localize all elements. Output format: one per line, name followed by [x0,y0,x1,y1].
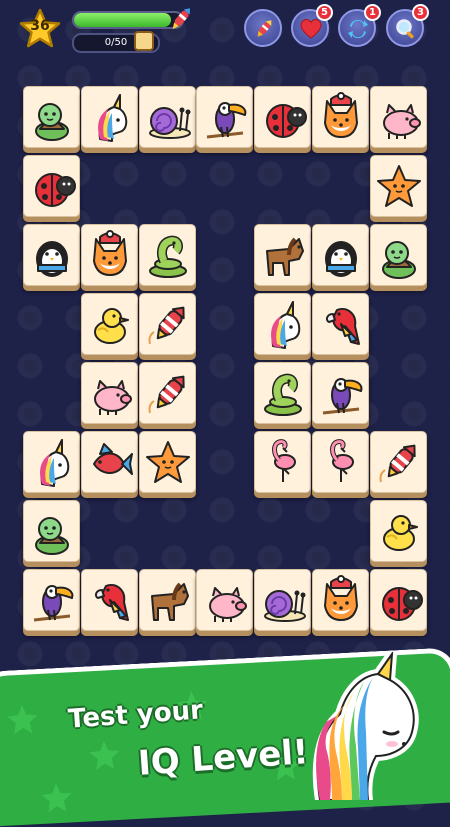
tile-fox[interactable] [312,86,369,148]
tile-snake[interactable] [139,224,196,286]
snake-icon [264,373,302,416]
horse-icon [151,582,189,621]
toucan-icon [322,378,363,415]
tile-toucan[interactable] [196,86,253,148]
tile-snail[interactable] [139,86,196,148]
tile-unicorn[interactable] [81,86,138,148]
tile-ladybug[interactable] [23,155,80,217]
tile-turtle[interactable] [370,224,427,286]
rocket-icon [148,306,185,345]
chick-icon [383,515,418,551]
tile-rocket[interactable] [370,431,427,493]
tile-chick[interactable] [370,500,427,562]
tile-turtle[interactable] [23,86,80,148]
tile-chick[interactable] [81,293,138,355]
tile-rocket[interactable] [139,293,196,355]
snail-icon [264,590,306,622]
tile-pig[interactable] [370,86,427,148]
horse-icon [266,237,304,276]
tile-board [0,0,450,640]
tile-horse[interactable] [139,569,196,631]
rocket-icon [379,444,416,483]
tile-ladybug[interactable] [370,569,427,631]
turtle-icon [382,241,416,279]
tile-penguin[interactable] [23,224,80,286]
unicorn-icon [271,301,301,349]
tile-parrot[interactable] [312,293,369,355]
tile-fox[interactable] [81,224,138,286]
pig-icon [383,104,421,139]
flamingo-icon [330,439,354,482]
tile-snake[interactable] [254,362,311,424]
flamingo-icon [272,439,296,482]
chick-icon [94,308,129,344]
tile-snail[interactable] [254,569,311,631]
snake-icon [149,235,187,278]
tile-pig[interactable] [196,569,253,631]
unicorn-mascot-icon [280,649,440,805]
unicorn-icon [40,439,70,487]
tile-pig[interactable] [81,362,138,424]
tile-ladybug[interactable] [254,86,311,148]
toucan-icon [33,585,74,622]
starfish-icon [146,441,190,483]
tile-flamingo[interactable] [254,431,311,493]
tile-flamingo[interactable] [312,431,369,493]
parrot-icon [94,584,129,621]
rocket-icon [148,375,185,414]
pig-icon [209,587,247,622]
tile-fish[interactable] [81,431,138,493]
tile-parrot[interactable] [81,569,138,631]
tile-starfish[interactable] [139,431,196,493]
tile-starfish[interactable] [370,155,427,217]
ladybug-icon [382,587,423,621]
tile-toucan[interactable] [312,362,369,424]
penguin-icon [36,241,68,277]
fox-icon [324,92,358,138]
tile-unicorn[interactable] [23,431,80,493]
fish-icon [93,443,133,475]
starfish-icon [377,165,421,207]
tile-fox[interactable] [312,569,369,631]
fox-icon [324,575,358,621]
parrot-icon [325,308,360,345]
tile-turtle[interactable] [23,500,80,562]
turtle-icon [35,517,69,555]
unicorn-icon [98,94,128,142]
tile-penguin[interactable] [312,224,369,286]
fox-icon [93,230,127,276]
pig-icon [94,380,132,415]
ladybug-icon [266,104,307,138]
toucan-icon [206,102,247,139]
ladybug-icon [35,173,76,207]
tile-unicorn[interactable] [254,293,311,355]
penguin-icon [325,241,357,277]
snail-icon [149,107,191,139]
tile-toucan[interactable] [23,569,80,631]
turtle-icon [35,103,69,141]
tile-horse[interactable] [254,224,311,286]
tile-rocket[interactable] [139,362,196,424]
